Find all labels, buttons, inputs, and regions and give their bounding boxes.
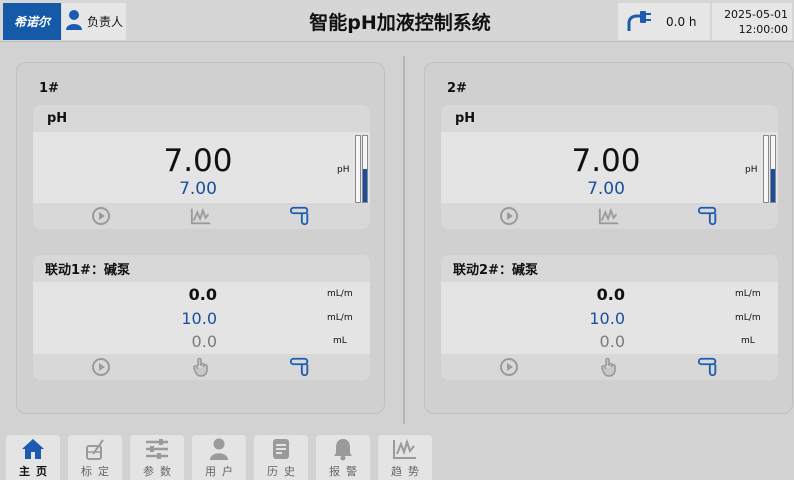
pump-total-unit: mL (741, 336, 755, 346)
play-icon[interactable] (90, 206, 112, 226)
ph-level-bar-right (362, 135, 368, 203)
ph-card-toolbar (33, 203, 370, 229)
date-text: 2025-05-01 (724, 7, 788, 21)
pump-rate-unit: mL/m (327, 289, 353, 299)
pump-rate-value: 0.0 (596, 285, 625, 304)
nav-home[interactable]: 主页 (6, 435, 60, 480)
user-role-label: 负责人 (87, 15, 124, 29)
pump-card-toolbar (441, 354, 778, 380)
ph-setpoint: 7.00 (587, 179, 625, 199)
runtime-value: 0.0 h (666, 14, 697, 29)
ph-setpoint: 7.00 (179, 179, 217, 199)
pump-set-rate-row: 10.0 mL/m (33, 309, 370, 329)
pump-rate-row: 0.0 mL/m (33, 285, 370, 305)
runtime-indicator: 0.0 h (618, 3, 710, 40)
plug-icon (626, 7, 652, 37)
manual-hand-icon[interactable] (598, 357, 620, 377)
probe-icon[interactable] (289, 206, 311, 226)
pump-set-rate-value: 10.0 (181, 309, 217, 328)
ph-card-toolbar (441, 203, 778, 229)
pump-rate-row: 0.0 mL/m (441, 285, 778, 305)
manual-hand-icon[interactable] (190, 357, 212, 377)
page-title: 智能pH加液控制系统 (309, 11, 491, 34)
datetime-display: 2025-05-01 12:00:00 (712, 3, 792, 40)
bottom-nav: 主页 标定 参数 用户 历史 报警 趋势 (0, 432, 794, 480)
pump-card-toolbar (33, 354, 370, 380)
pump-total-row: 0.0 mL (33, 332, 370, 352)
trend-chart-icon[interactable] (190, 206, 212, 226)
nav-trend[interactable]: 趋势 (378, 435, 432, 480)
pump-set-rate-unit: mL/m (327, 313, 353, 323)
nav-calibrate[interactable]: 标定 (68, 435, 122, 480)
pump-rate-value: 0.0 (188, 285, 217, 304)
trend-icon (392, 435, 418, 463)
ph-card[interactable]: pH 7.00 7.00 pH (441, 105, 778, 229)
channel-title: 2# (447, 81, 467, 96)
user-icon (65, 9, 83, 35)
pump-card-header: 联动2#：碱泵 (441, 255, 778, 282)
pump-total-value: 0.0 (599, 332, 625, 351)
pump-total-value: 0.0 (191, 332, 217, 351)
probe-icon[interactable] (697, 206, 719, 226)
pump-rate-unit: mL/m (735, 289, 761, 299)
brand-logo: 希诺尔 (3, 3, 61, 40)
nav-label: 参数 (143, 465, 177, 478)
ph-level-bar-left (355, 135, 361, 203)
pump-total-row: 0.0 mL (441, 332, 778, 352)
nav-users[interactable]: 用户 (192, 435, 246, 480)
channel-panel-2: 2# pH 7.00 7.00 pH 联动2#：碱泵 0.0 mL/m 10.0 (424, 62, 793, 414)
pump-card[interactable]: 联动1#：碱泵 0.0 mL/m 10.0 mL/m 0.0 mL (33, 255, 370, 380)
ph-level-bar-right (770, 135, 776, 203)
header-bar: 希诺尔 负责人 智能pH加液控制系统 0.0 h 2025-05-01 12:0… (0, 0, 794, 42)
home-icon (20, 435, 46, 463)
channel-title: 1# (39, 81, 59, 96)
ph-unit-label: pH (745, 165, 758, 175)
logo-text: 希诺尔 (13, 15, 50, 29)
channel-panel-1: 1# pH 7.00 7.00 pH 联动1#：碱泵 0.0 mL/m 10.0 (16, 62, 385, 414)
bell-icon (332, 435, 354, 463)
nav-label: 报警 (329, 465, 363, 478)
pump-set-rate-unit: mL/m (735, 313, 761, 323)
ph-value: 7.00 (571, 143, 641, 179)
pump-card[interactable]: 联动2#：碱泵 0.0 mL/m 10.0 mL/m 0.0 mL (441, 255, 778, 380)
panel-divider (403, 56, 405, 424)
nav-label: 用户 (205, 465, 239, 478)
ph-card-header: pH (33, 105, 370, 132)
nav-label: 历史 (267, 465, 301, 478)
nav-alarm[interactable]: 报警 (316, 435, 370, 480)
nav-label: 主页 (19, 465, 53, 478)
sliders-icon (144, 435, 170, 463)
nav-label: 标定 (81, 465, 115, 478)
nav-history[interactable]: 历史 (254, 435, 308, 480)
play-icon[interactable] (90, 357, 112, 377)
play-icon[interactable] (498, 357, 520, 377)
user-icon (209, 435, 229, 463)
nav-parameters[interactable]: 参数 (130, 435, 184, 480)
history-icon (270, 435, 292, 463)
ph-unit-label: pH (337, 165, 350, 175)
probe-icon[interactable] (289, 357, 311, 377)
ph-value: 7.00 (163, 143, 233, 179)
pump-card-header: 联动1#：碱泵 (33, 255, 370, 282)
play-icon[interactable] (498, 206, 520, 226)
calibrate-icon (83, 435, 107, 463)
ph-level-bar-left (763, 135, 769, 203)
trend-chart-icon[interactable] (598, 206, 620, 226)
pump-set-rate-row: 10.0 mL/m (441, 309, 778, 329)
pump-total-unit: mL (333, 336, 347, 346)
time-text: 12:00:00 (738, 22, 788, 36)
nav-label: 趋势 (391, 465, 425, 478)
user-button[interactable]: 负责人 (62, 3, 126, 40)
probe-icon[interactable] (697, 357, 719, 377)
ph-card[interactable]: pH 7.00 7.00 pH (33, 105, 370, 229)
ph-card-header: pH (441, 105, 778, 132)
pump-set-rate-value: 10.0 (589, 309, 625, 328)
